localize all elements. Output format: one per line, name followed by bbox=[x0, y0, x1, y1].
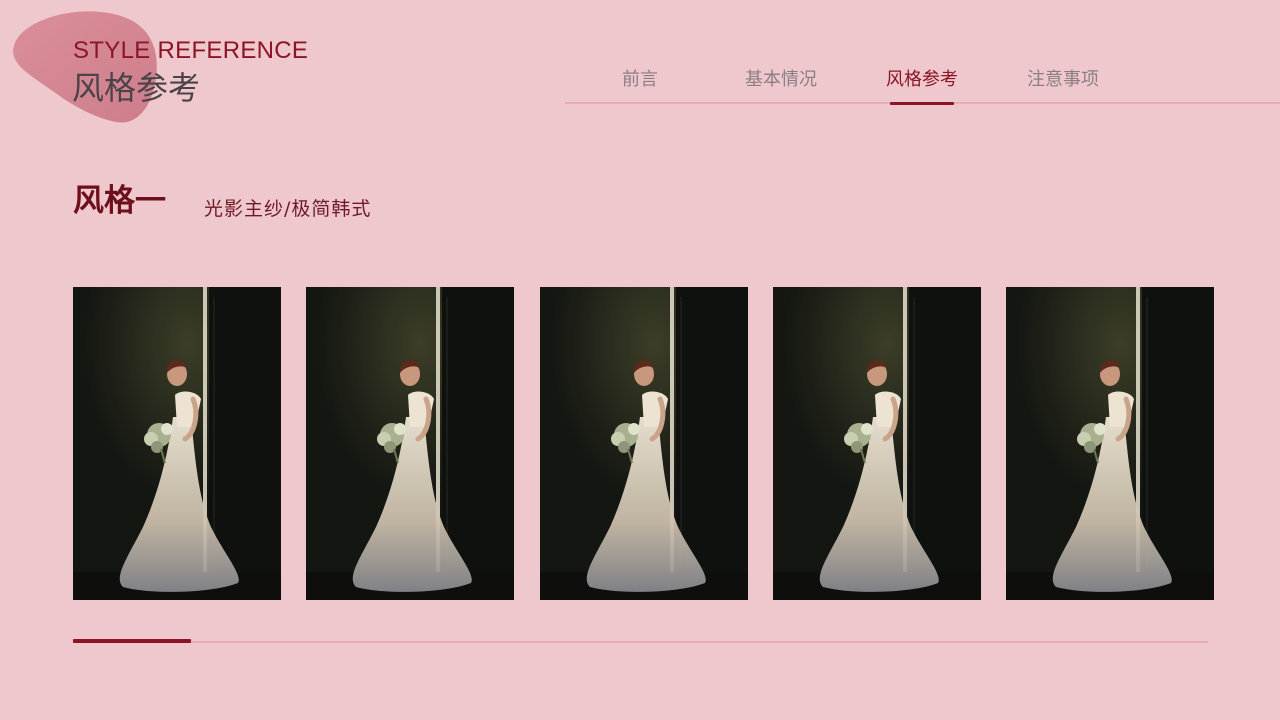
decorative-blob bbox=[13, 11, 157, 123]
active-tab-indicator bbox=[890, 102, 954, 105]
bride-photo-image bbox=[73, 287, 281, 600]
style-photo[interactable] bbox=[306, 287, 514, 600]
bride-photo-image bbox=[306, 287, 514, 600]
page-title-chinese: 风格参考 bbox=[72, 69, 201, 107]
style-photo[interactable] bbox=[1006, 287, 1214, 600]
bride-photo-image bbox=[540, 287, 748, 600]
style-photo[interactable] bbox=[73, 287, 281, 600]
nav-item-notes[interactable]: 注意事项 bbox=[993, 66, 1133, 94]
section-title: 风格一 bbox=[73, 183, 166, 219]
style-photo[interactable] bbox=[773, 287, 981, 600]
bride-photo-image bbox=[773, 287, 981, 600]
bride-photo-image bbox=[1006, 287, 1214, 600]
progress-track bbox=[73, 641, 1208, 643]
progress-fill bbox=[73, 639, 191, 643]
nav-item-style-reference[interactable]: 风格参考 bbox=[852, 66, 992, 94]
top-nav: 前言 基本情况 风格参考 注意事项 bbox=[570, 66, 1170, 105]
style-photo[interactable] bbox=[540, 287, 748, 600]
section-subtitle: 光影主纱/极简韩式 bbox=[204, 198, 372, 220]
nav-item-preface[interactable]: 前言 bbox=[570, 66, 710, 94]
page-title-english: STYLE REFERENCE bbox=[73, 37, 309, 64]
nav-item-basic-info[interactable]: 基本情况 bbox=[711, 66, 851, 94]
